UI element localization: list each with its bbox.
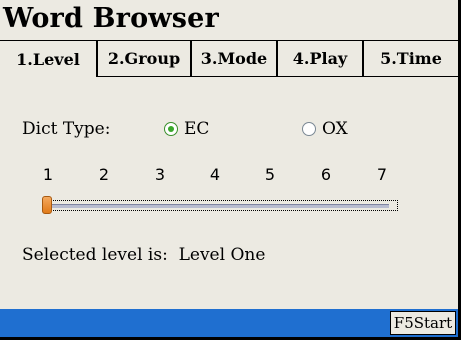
tab-mode[interactable]: 3.Mode	[192, 41, 278, 78]
app-window: Word Browser 1.Level 2.Group 3.Mode 4.Pl…	[0, 0, 460, 339]
tick-label: 7	[376, 165, 388, 184]
radio-ox-label: OX	[322, 119, 348, 139]
dict-type-label: Dict Type:	[22, 119, 111, 139]
tick-label: 3	[154, 165, 166, 184]
tab-bar: 1.Level 2.Group 3.Mode 4.Play 5.Time	[0, 40, 458, 78]
slider-thumb[interactable]	[42, 196, 52, 214]
tab-play[interactable]: 4.Play	[278, 41, 364, 78]
start-button[interactable]: F5Start	[390, 311, 456, 335]
tab-level[interactable]: 1.Level	[0, 41, 98, 78]
tick-label: 5	[264, 165, 276, 184]
level-ticks: 1 2 3 4 5 6 7	[0, 165, 458, 185]
slider-track-line	[49, 204, 389, 208]
tab-group[interactable]: 2.Group	[98, 41, 192, 78]
radio-ox-indicator	[302, 122, 316, 136]
level-slider[interactable]	[42, 196, 398, 214]
radio-ec-label: EC	[184, 119, 210, 139]
level-panel: Dict Type: EC OX 1 2 3 4 5 6 7 Selected …	[0, 77, 458, 309]
slider-track[interactable]	[42, 200, 398, 211]
window-title: Word Browser	[0, 0, 458, 38]
tab-time[interactable]: 5.Time	[364, 41, 458, 78]
tick-label: 2	[98, 165, 110, 184]
status-bar: F5Start	[0, 309, 458, 337]
dict-type-row: Dict Type:	[22, 117, 110, 141]
tick-label: 4	[209, 165, 221, 184]
radio-ox[interactable]: OX	[302, 117, 348, 141]
tick-label: 6	[320, 165, 332, 184]
radio-ec[interactable]: EC	[164, 117, 209, 141]
selected-level-text: Selected level is: Level One	[22, 245, 266, 265]
radio-ec-indicator	[164, 122, 178, 136]
tick-label: 1	[42, 165, 54, 184]
